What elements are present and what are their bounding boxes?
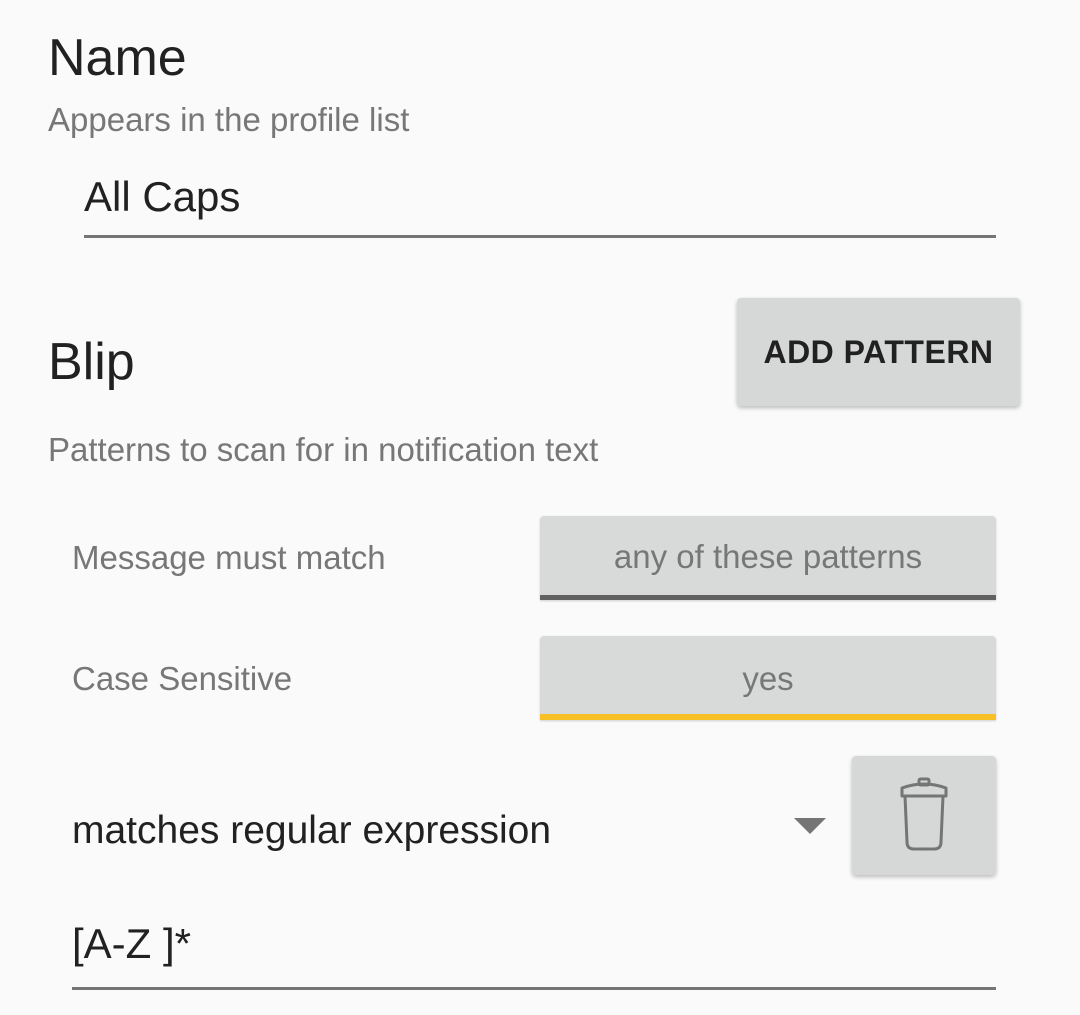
name-section-subtitle: Appears in the profile list [48, 101, 410, 138]
blip-section-subtitle: Patterns to scan for in notification tex… [48, 431, 599, 468]
case-sensitive-select[interactable]: yes [540, 636, 996, 720]
matcher-type-dropdown[interactable]: matches regular expression [72, 796, 832, 866]
matcher-type-label: matches regular expression [72, 809, 552, 852]
match-mode-select[interactable]: any of these patterns [540, 516, 996, 600]
case-sensitive-label: Case Sensitive [72, 660, 293, 697]
pattern-regex-input[interactable] [72, 900, 996, 990]
blip-section-title: Blip [48, 333, 135, 391]
profile-name-input[interactable] [84, 158, 996, 238]
name-section-title: Name [48, 29, 187, 87]
add-pattern-button[interactable]: ADD PATTERN [737, 298, 1020, 406]
match-mode-label: Message must match [72, 539, 386, 576]
chevron-down-icon [794, 818, 826, 834]
delete-pattern-button[interactable] [852, 756, 996, 875]
trash-icon [900, 777, 948, 851]
